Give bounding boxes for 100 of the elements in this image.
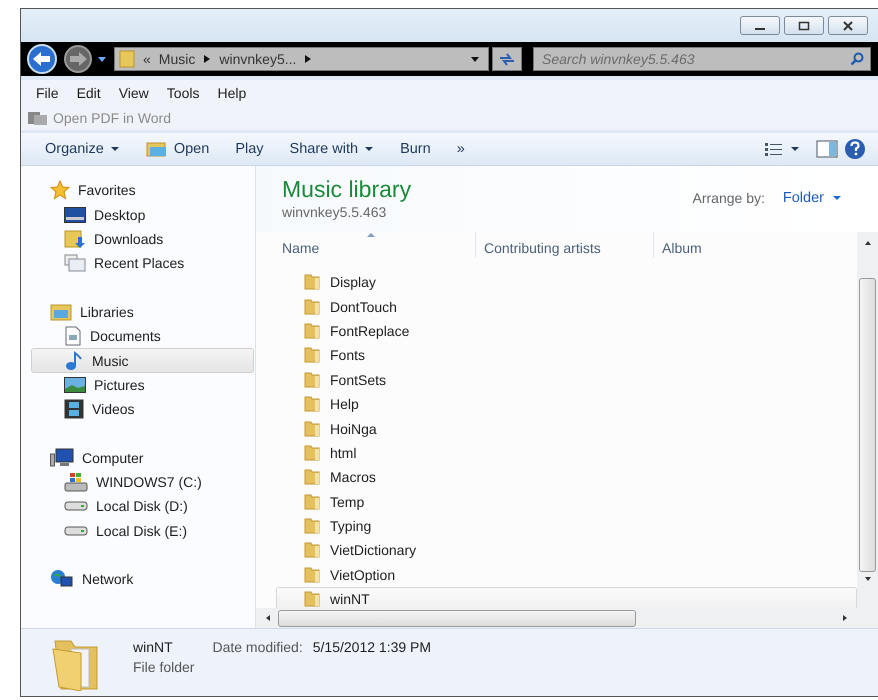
column-header[interactable]: Album [654, 232, 744, 258]
toolbar-button[interactable]: Burn [390, 137, 441, 161]
toolbar-button[interactable]: Play [225, 137, 274, 161]
maximize-icon [798, 20, 810, 30]
folder-icon [303, 298, 321, 316]
file-row[interactable]: FontReplace [276, 318, 857, 344]
menu-item[interactable]: Tools [158, 85, 208, 101]
file-row[interactable]: Temp [276, 490, 857, 514]
folder-icon [303, 468, 321, 486]
folder-icon [303, 590, 321, 608]
breadcrumb-item[interactable]: winvnkey5... [219, 51, 296, 67]
column-header[interactable]: Contributing artists [476, 232, 654, 258]
column-header[interactable]: Name [256, 232, 476, 258]
folder-icon [303, 273, 321, 292]
music-note-icon [64, 350, 84, 371]
menu-item[interactable]: Edit [68, 85, 110, 101]
dropdown-caret-icon[interactable] [470, 55, 480, 63]
file-row[interactable]: FontSets [276, 368, 857, 392]
file-row[interactable]: winNT [276, 587, 857, 608]
close-button[interactable] [828, 16, 868, 35]
maximize-button[interactable] [784, 16, 824, 35]
dropdown-caret-icon[interactable] [97, 55, 107, 63]
sort-arrow-icon [366, 232, 376, 237]
refresh-button[interactable] [492, 47, 522, 71]
search-field[interactable]: Search winvnkey5.5.463 [533, 47, 871, 71]
sidebar-item[interactable]: Local Disk (E:) [31, 518, 254, 544]
sidebar-item[interactable]: Downloads [31, 226, 254, 252]
file-row[interactable]: DontTouch [276, 294, 857, 319]
library-subtitle: winvnkey5.5.463 [282, 204, 388, 220]
caret-icon [110, 146, 120, 152]
folder-icon [303, 395, 321, 414]
computer-icon [50, 448, 74, 468]
refresh-icon [498, 52, 516, 66]
toolbar-button[interactable]: Share with [280, 137, 384, 161]
sidebar-item[interactable]: Music [31, 348, 254, 373]
menu-item[interactable]: View [110, 85, 158, 101]
file-row[interactable]: Help [276, 392, 857, 416]
caret-icon [790, 146, 800, 152]
folder-icon [303, 541, 321, 560]
folder-icon [303, 346, 321, 364]
sidebar-item[interactable]: Local Disk (D:) [31, 494, 254, 519]
minimize-button[interactable] [740, 16, 780, 35]
toolbar-button[interactable]: Open [136, 137, 220, 161]
date-modified-value: 5/15/2012 1:39 PM [312, 639, 432, 655]
close-icon [842, 20, 854, 30]
sidebar-item[interactable]: WINDOWS7 (C:) [31, 470, 254, 494]
scroll-right-arrow-icon[interactable] [841, 614, 849, 622]
folder-icon [119, 50, 135, 68]
sidebar-group[interactable]: Network [31, 567, 254, 592]
folder-icon [146, 141, 168, 157]
toolbar-button[interactable]: Organize [35, 137, 130, 161]
file-row[interactable]: HoiNga [276, 416, 857, 441]
scroll-left-arrow-icon[interactable] [264, 614, 272, 622]
recent-places-icon [64, 254, 86, 272]
selected-item-name: winNT [133, 639, 174, 655]
document-icon [64, 326, 82, 346]
chevron-right-icon[interactable] [203, 54, 212, 64]
sidebar-item[interactable]: Recent Places [31, 251, 254, 276]
sidebar-group[interactable]: Libraries [31, 300, 254, 324]
sidebar-item[interactable]: Videos [31, 397, 254, 422]
file-row[interactable]: Display [276, 270, 857, 294]
chevron-right-icon[interactable] [304, 54, 312, 64]
sidebar-group[interactable]: Computer [31, 446, 254, 470]
folder-icon [303, 444, 321, 462]
scroll-up-arrow-icon[interactable] [864, 240, 872, 246]
film-icon [64, 399, 84, 420]
folder-icon [303, 322, 321, 340]
file-row[interactable]: VietOption [276, 562, 857, 588]
vertical-scrollbar-thumb[interactable] [859, 278, 876, 572]
preview-pane-icon[interactable] [816, 140, 838, 158]
monitor-icon [64, 206, 86, 223]
folder-icon [303, 492, 321, 511]
file-row[interactable]: VietDictionary [276, 538, 857, 563]
scroll-down-arrow-icon[interactable] [864, 576, 872, 582]
file-row[interactable]: Typing [276, 514, 857, 538]
sidebar-item[interactable]: Desktop [31, 202, 254, 227]
network-icon [50, 569, 74, 590]
breadcrumb-item[interactable]: Music [158, 51, 196, 67]
breadcrumb-overflow[interactable]: « [143, 51, 151, 67]
horizontal-scrollbar-thumb[interactable] [278, 610, 636, 626]
folder-icon [303, 420, 321, 438]
sidebar-group[interactable]: Favorites [31, 178, 254, 202]
sidebar-item[interactable]: Documents [31, 324, 254, 348]
sidebar-item[interactable]: Pictures [31, 372, 254, 398]
search-icon [850, 52, 864, 66]
menu-item[interactable]: File [27, 85, 68, 101]
file-row[interactable]: Macros [276, 465, 857, 490]
caret-icon [832, 195, 842, 201]
arrange-by-dropdown[interactable]: Folder [764, 186, 848, 210]
star-icon [50, 180, 70, 200]
toolbar-button[interactable]: » [446, 137, 475, 161]
file-row[interactable]: Fonts [276, 343, 857, 368]
address-bar[interactable]: « Music winvnkey5... [114, 47, 489, 71]
system-drive-icon [64, 472, 88, 492]
file-row[interactable]: html [276, 440, 857, 466]
help-icon[interactable] [844, 138, 866, 160]
menu-item[interactable]: Help [208, 85, 256, 101]
details-view-icon [764, 142, 784, 156]
caret-icon [364, 146, 374, 152]
date-modified-label: Date modified: [212, 639, 303, 655]
